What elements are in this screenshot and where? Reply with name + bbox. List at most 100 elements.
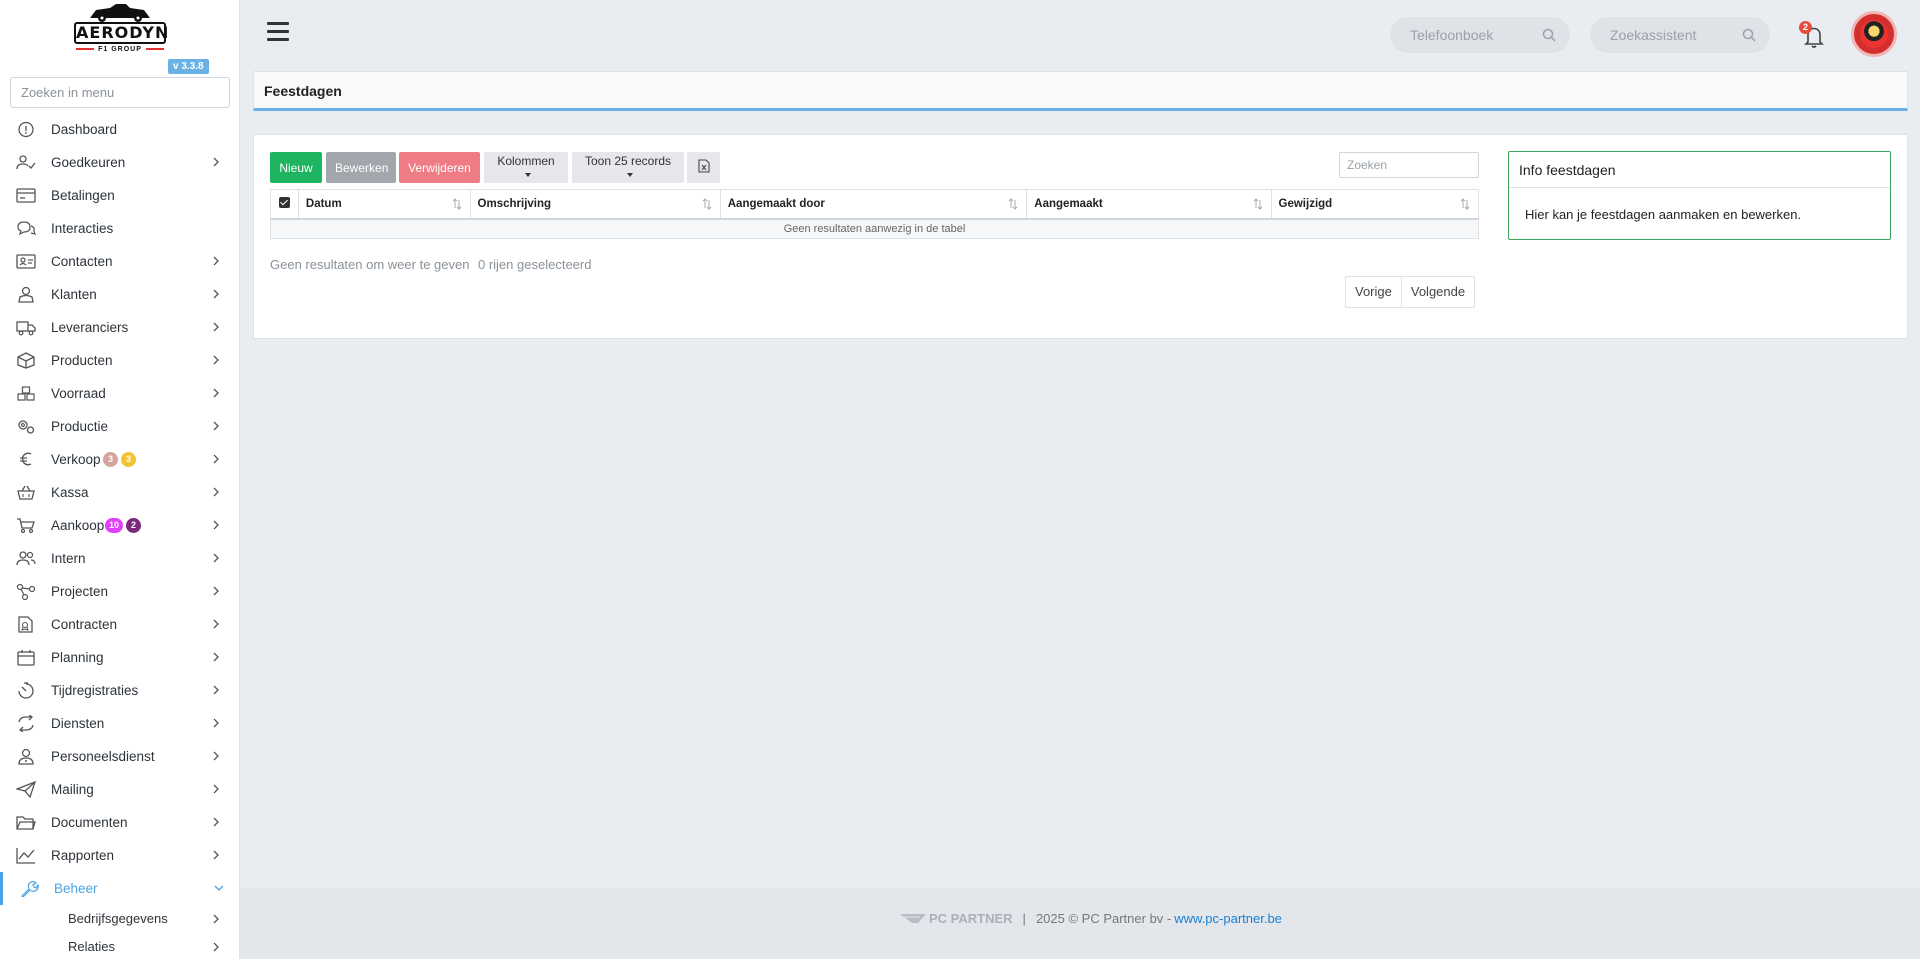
sidebar-item-label: Documenten — [51, 815, 128, 830]
personnel-icon — [18, 748, 34, 765]
sidebar-item-documenten[interactable]: Documenten — [0, 806, 239, 839]
column-header-omschrijving[interactable]: Omschrijving — [469, 189, 721, 220]
hamburger-menu-icon[interactable] — [267, 22, 291, 46]
next-page-button[interactable]: Volgende — [1400, 277, 1474, 307]
customer-icon — [18, 286, 34, 303]
phonebook-search — [1390, 17, 1570, 53]
sidebar-item-intern[interactable]: Intern — [0, 542, 239, 575]
selected-rows-text: 0 rijen geselecteerd — [478, 257, 592, 272]
chevron-right-icon — [213, 487, 219, 497]
user-avatar[interactable] — [1851, 11, 1897, 57]
edit-button[interactable]: Bewerken — [326, 152, 396, 183]
search-icon[interactable] — [1542, 28, 1556, 42]
assistant-input[interactable] — [1590, 17, 1740, 53]
sidebar-item-rapporten[interactable]: Rapporten — [0, 839, 239, 872]
sidebar-item-dashboard[interactable]: Dashboard — [0, 113, 239, 146]
delete-button[interactable]: Verwijderen — [399, 152, 480, 183]
wrench-icon — [21, 881, 39, 897]
sidebar-item-projecten[interactable]: Projecten — [0, 575, 239, 608]
footer-website-link[interactable]: www.pc-partner.be — [1174, 911, 1282, 926]
previous-page-button[interactable]: Vorige — [1346, 277, 1401, 307]
column-header-aangemaakt[interactable]: Aangemaakt — [1026, 189, 1272, 220]
page-title-bar: Feestdagen — [253, 71, 1908, 111]
sidebar-subitem-label: Bedrijfsgegevens — [68, 911, 168, 926]
column-header-label: Aangemaakt — [1034, 197, 1103, 210]
sidebar-item-label: Personeelsdienst — [51, 749, 155, 764]
info-card-body: Hier kan je feestdagen aanmaken en bewer… — [1525, 207, 1802, 222]
sidebar-item-leveranciers[interactable]: Leveranciers — [0, 311, 239, 344]
main-panel: Nieuw Bewerken Verwijderen Kolommen Toon… — [253, 134, 1908, 339]
column-header-label: Gewijzigd — [1278, 197, 1333, 210]
sidebar-nav: Dashboard Goedkeuren Betalingen Interacties… — [0, 113, 239, 959]
sidebar-item-label: Diensten — [51, 716, 105, 731]
sidebar-item-label: Planning — [51, 650, 104, 665]
sidebar-item-producten[interactable]: Producten — [0, 344, 239, 377]
sidebar-subitem-relaties[interactable]: Relaties — [0, 933, 239, 959]
assistant-search — [1590, 17, 1770, 53]
sidebar-item-klanten[interactable]: Klanten — [0, 278, 239, 311]
sidebar-item-label: Klanten — [51, 287, 97, 302]
sidebar-item-label: Contacten — [51, 254, 113, 269]
sidebar-item-contracten[interactable]: Contracten — [0, 608, 239, 641]
sidebar-item-label: Producten — [51, 353, 113, 368]
chevron-right-icon — [213, 718, 219, 728]
new-button[interactable]: Nieuw — [270, 152, 322, 183]
sidebar-item-voorraad[interactable]: Voorraad — [0, 377, 239, 410]
sidebar-item-label: Dashboard — [51, 122, 118, 137]
caret-down-icon — [524, 173, 531, 178]
chevron-right-icon — [213, 817, 219, 827]
menu-search-input[interactable] — [10, 77, 230, 108]
sidebar-item-tijdregistraties[interactable]: Tijdregistraties — [0, 674, 239, 707]
sidebar-subitem-bedrijfsgegevens[interactable]: Bedrijfsgegevens — [0, 905, 239, 933]
column-header-gewijzigd[interactable]: Gewijzigd — [1270, 189, 1480, 220]
sidebar-item-personeelsdienst[interactable]: Personeelsdienst — [0, 740, 239, 773]
calendar-icon — [17, 650, 35, 666]
chevron-down-icon — [214, 885, 224, 891]
company-logo[interactable]: AERODYN F1 GROUP — [72, 2, 168, 56]
sidebar-item-mailing[interactable]: Mailing — [0, 773, 239, 806]
timer-icon — [18, 682, 34, 699]
sidebar-item-label: Leveranciers — [51, 320, 129, 335]
export-excel-button[interactable] — [687, 152, 720, 183]
table-header-row: Datum Omschrijving Aangemaakt door Aangemaa… — [270, 189, 1480, 220]
count-badge: 3 — [103, 452, 118, 467]
column-header-datum[interactable]: Datum — [297, 189, 471, 220]
page-length-dropdown[interactable]: Toon 25 records — [572, 152, 684, 183]
sidebar-item-betalingen[interactable]: Betalingen — [0, 179, 239, 212]
column-header-aangemaakt-door[interactable]: Aangemaakt door — [719, 189, 1028, 220]
column-header-label: Aangemaakt door — [727, 197, 825, 210]
sidebar-item-goedkeuren[interactable]: Goedkeuren — [0, 146, 239, 179]
sidebar-item-diensten[interactable]: Diensten — [0, 707, 239, 740]
columns-dropdown[interactable]: Kolommen — [484, 152, 568, 183]
notification-count-badge: 2 — [1799, 21, 1812, 34]
sidebar-item-contacten[interactable]: Contacten — [0, 245, 239, 278]
user-check-icon — [16, 155, 36, 170]
sidebar-item-kassa[interactable]: Kassa — [0, 476, 239, 509]
chart-icon — [16, 848, 35, 864]
sidebar-item-verkoop[interactable]: Verkoop 3 3 — [0, 443, 239, 476]
sidebar-item-beheer[interactable]: Beheer — [0, 872, 239, 905]
sidebar-item-interacties[interactable]: Interacties — [0, 212, 239, 245]
sidebar-badges: 33 — [103, 452, 136, 467]
page-title: Feestdagen — [264, 83, 342, 99]
euro-icon — [20, 452, 32, 466]
sidebar-item-label: Rapporten — [51, 848, 115, 863]
logo-area: AERODYN F1 GROUP v 3.3.8 — [0, 0, 239, 78]
version-badge: v 3.3.8 — [168, 59, 209, 74]
sort-icon — [1008, 198, 1018, 210]
sidebar-item-label: Verkoop — [51, 452, 101, 467]
chevron-right-icon — [213, 289, 219, 299]
sidebar-item-planning[interactable]: Planning — [0, 641, 239, 674]
count-badge: 10 — [105, 518, 124, 533]
select-all-header[interactable] — [270, 189, 299, 220]
dashboard-icon — [18, 121, 34, 138]
gears-icon — [18, 420, 35, 434]
sidebar-item-label: Aankoop — [51, 518, 105, 533]
chevron-right-icon — [213, 256, 219, 266]
phonebook-input[interactable] — [1390, 17, 1540, 53]
search-icon[interactable] — [1742, 28, 1756, 42]
sidebar-item-productie[interactable]: Productie — [0, 410, 239, 443]
sidebar-item-aankoop[interactable]: Aankoop 10 2 — [0, 509, 239, 542]
select-all-checkbox[interactable] — [279, 196, 290, 208]
table-search-input[interactable] — [1339, 152, 1479, 178]
